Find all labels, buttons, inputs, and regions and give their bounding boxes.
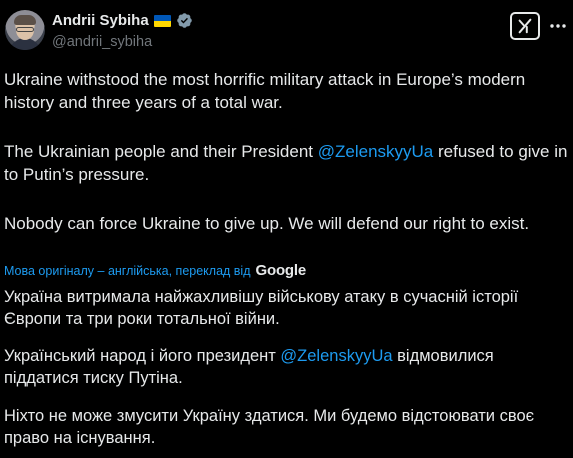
author-row: Andrii Sybiha [52, 12, 193, 29]
author-handle[interactable]: @andrii_sybiha [52, 34, 152, 50]
translated-paragraph-1: Україна витримала найжахливішу військову… [4, 288, 519, 328]
grok-icon [518, 18, 532, 34]
author-name[interactable]: Andrii Sybiha [52, 12, 149, 29]
verified-badge-icon[interactable] [176, 12, 193, 29]
google-logo: Google [255, 262, 307, 279]
translated-paragraph-3: Ніхто не може змусити Україну здатися. М… [4, 407, 535, 447]
grok-button[interactable] [510, 12, 540, 40]
avatar[interactable] [5, 10, 45, 50]
post-paragraph-1: Ukraine withstood the most horrific mili… [4, 70, 526, 112]
post-paragraph-3: Nobody can force Ukraine to give up. We … [4, 214, 530, 233]
translation-note[interactable]: Мова оригіналу – англійська, переклад ві… [4, 264, 251, 278]
more-button[interactable] [548, 16, 568, 36]
translated-mention-link[interactable]: @ZelenskyyUa [280, 347, 392, 365]
more-icon [550, 24, 566, 28]
translated-paragraph-2-text-a: Український народ і його президент [4, 347, 281, 365]
mention-link[interactable]: @ZelenskyyUa [318, 142, 434, 161]
post-paragraph-2-text-a: The Ukrainian people and their President [4, 142, 318, 161]
avatar-hair [14, 15, 36, 25]
translation-note-row: Мова оригіналу – англійська, переклад ві… [4, 262, 306, 279]
avatar-glasses [16, 27, 34, 32]
post: Andrii Sybiha @andrii_sybiha Ukraine wit… [0, 0, 573, 458]
translated-paragraph-2: Український народ і його президент @Zele… [4, 345, 569, 389]
ukraine-flag-icon [153, 14, 171, 27]
post-paragraph-2: The Ukrainian people and their President… [4, 140, 569, 186]
